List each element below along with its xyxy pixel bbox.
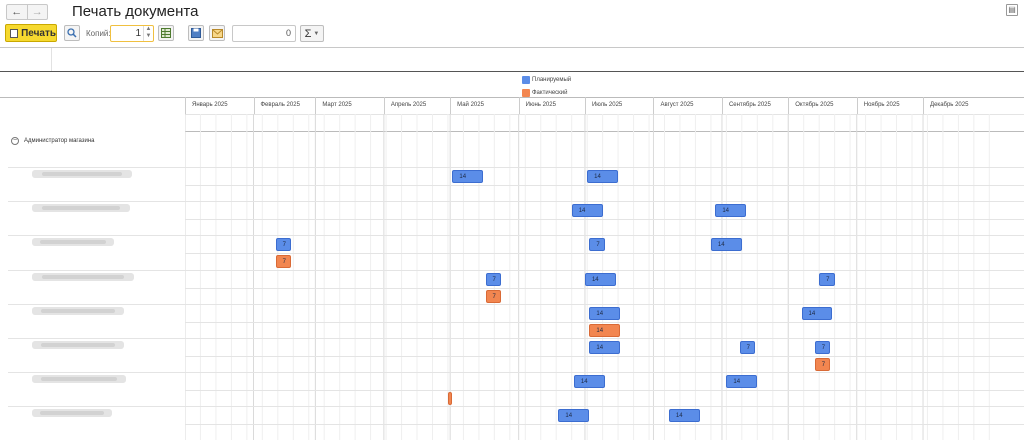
row-half-divider [185, 424, 1024, 426]
planned-vacation-bar[interactable]: 14 [589, 341, 621, 354]
row-half-divider [185, 287, 1024, 289]
row-divider [8, 303, 1024, 305]
row-half-divider [185, 356, 1024, 357]
row-divider [8, 235, 1024, 237]
planned-vacation-bar[interactable]: 14 [715, 204, 747, 218]
planned-vacation-bar[interactable]: 7 [819, 272, 835, 286]
row-divider [8, 167, 1024, 168]
employee-name-redacted [32, 409, 112, 418]
planned-vacation-bar[interactable]: 14 [587, 170, 619, 183]
employee-name-redacted [32, 170, 132, 178]
planned-vacation-bar[interactable]: 14 [801, 306, 833, 320]
row-divider [8, 201, 1024, 203]
actual-vacation-bar[interactable]: 7 [275, 255, 292, 269]
planned-vacation-bar[interactable]: 14 [668, 409, 700, 423]
planned-vacation-bar[interactable]: 7 [485, 272, 501, 286]
row-divider [8, 338, 1024, 339]
row-divider [8, 269, 1024, 271]
planned-vacation-bar[interactable]: 14 [726, 375, 758, 389]
planned-vacation-bar[interactable]: 7 [589, 238, 605, 252]
row-half-divider [185, 253, 1024, 255]
planned-vacation-bar[interactable]: 7 [814, 341, 831, 354]
planned-vacation-bar[interactable]: 7 [275, 238, 292, 252]
planned-vacation-bar[interactable]: 14 [589, 306, 621, 320]
planned-vacation-bar[interactable]: 14 [558, 409, 590, 423]
employee-name-redacted [32, 375, 126, 384]
planned-vacation-bar[interactable]: 14 [573, 375, 605, 389]
row-half-divider [185, 219, 1024, 221]
employee-name-redacted [32, 272, 134, 281]
row-half-divider [185, 185, 1024, 186]
planned-vacation-bar[interactable]: 14 [452, 170, 484, 183]
planned-vacation-bar[interactable]: 7 [739, 341, 756, 354]
planned-vacation-bar[interactable]: 14 [710, 238, 742, 252]
row-divider [8, 372, 1024, 374]
employee-name-redacted [32, 306, 124, 315]
row-divider [8, 406, 1024, 408]
employee-name-redacted [32, 238, 114, 247]
planned-vacation-bar[interactable]: 14 [571, 204, 603, 218]
row-half-divider [185, 321, 1024, 323]
actual-vacation-bar[interactable] [447, 392, 453, 406]
actual-vacation-bar[interactable]: 7 [485, 289, 501, 303]
row-half-divider [185, 390, 1024, 392]
employee-rows: 14 14 14 14 7 7 14 7 7 14 7 7 14 14 14 14 7 7 7 14 14 14 14 [0, 0, 1024, 440]
actual-vacation-bar[interactable]: 14 [589, 323, 621, 337]
actual-vacation-bar[interactable]: 7 [814, 358, 831, 371]
planned-vacation-bar[interactable]: 14 [584, 272, 616, 286]
employee-name-redacted [32, 341, 124, 349]
employee-name-redacted [32, 204, 130, 213]
